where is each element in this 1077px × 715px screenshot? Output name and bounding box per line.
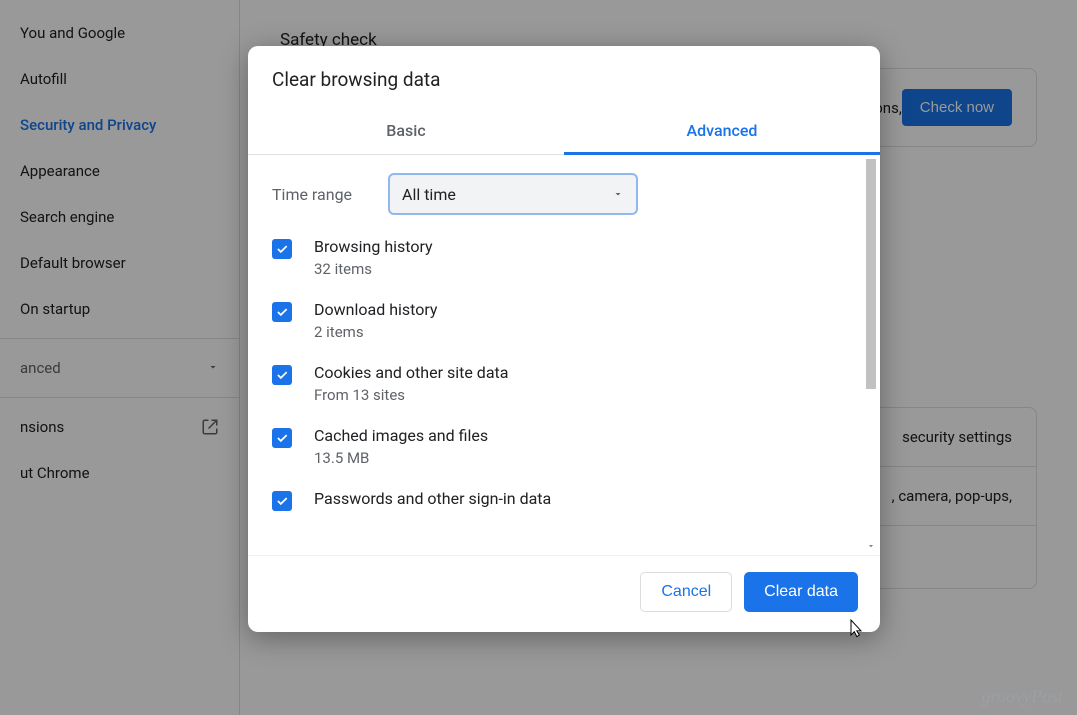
checkbox-cookies[interactable]: [272, 365, 292, 385]
clear-data-button[interactable]: Clear data: [744, 572, 858, 612]
tab-basic[interactable]: Basic: [248, 109, 564, 154]
checkbox-download-history[interactable]: [272, 302, 292, 322]
checkbox-passwords[interactable]: [272, 491, 292, 511]
scrollbar-thumb[interactable]: [866, 159, 876, 389]
clear-browsing-data-dialog: Clear browsing data Basic Advanced Time …: [248, 46, 880, 632]
dialog-tabs: Basic Advanced: [248, 109, 880, 155]
checkbox-sub: 2 items: [314, 323, 438, 341]
checkbox-sub: 13.5 MB: [314, 449, 488, 467]
checkbox-row-browsing-history[interactable]: Browsing history 32 items: [272, 237, 856, 278]
checkbox-label: Cookies and other site data: [314, 363, 508, 382]
cancel-button[interactable]: Cancel: [640, 572, 732, 612]
dialog-title: Clear browsing data: [248, 46, 880, 109]
time-range-select[interactable]: All time: [388, 173, 638, 215]
tab-advanced[interactable]: Advanced: [564, 109, 880, 154]
checkbox-sub: From 13 sites: [314, 386, 508, 404]
dialog-body: Time range All time Browsing history 32 …: [248, 155, 880, 555]
checkbox-label: Download history: [314, 300, 438, 319]
caret-down-icon: [612, 185, 624, 204]
checkbox-row-passwords[interactable]: Passwords and other sign-in data: [272, 489, 856, 511]
checkbox-sub: 32 items: [314, 260, 433, 278]
time-range-label: Time range: [272, 185, 388, 204]
checkbox-label: Browsing history: [314, 237, 433, 256]
dialog-footer: Cancel Clear data: [248, 555, 880, 632]
time-range-value: All time: [402, 185, 456, 204]
checkbox-browsing-history[interactable]: [272, 239, 292, 259]
watermark: groovyPost: [982, 686, 1063, 707]
checkbox-row-cache[interactable]: Cached images and files 13.5 MB: [272, 426, 856, 467]
checkbox-cache[interactable]: [272, 428, 292, 448]
scrollbar-down-arrow-icon[interactable]: [864, 539, 878, 553]
dialog-scrollbar[interactable]: [864, 157, 878, 553]
checkbox-row-cookies[interactable]: Cookies and other site data From 13 site…: [272, 363, 856, 404]
checkbox-label: Passwords and other sign-in data: [314, 489, 551, 508]
checkbox-row-download-history[interactable]: Download history 2 items: [272, 300, 856, 341]
checkbox-label: Cached images and files: [314, 426, 488, 445]
